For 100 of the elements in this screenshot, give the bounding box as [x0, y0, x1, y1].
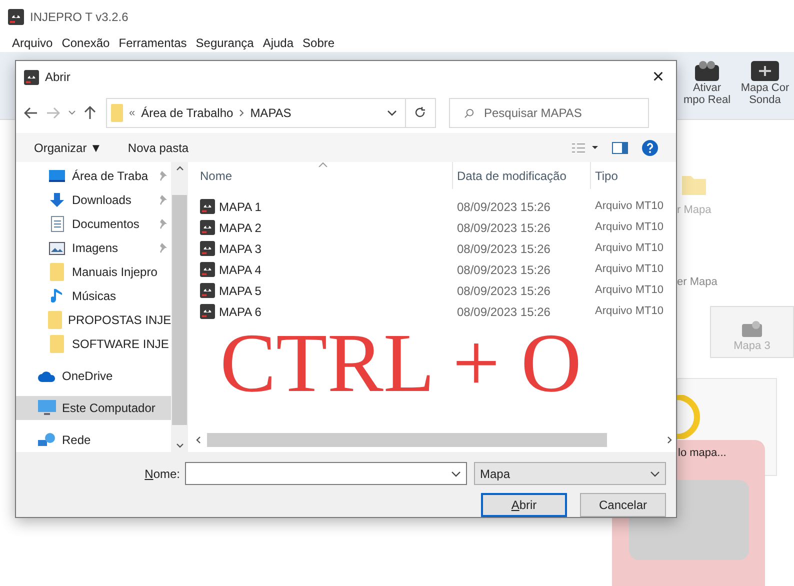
file-type: Arquivo MT10 [594, 199, 664, 214]
file-type: Arquivo MT10 [594, 304, 664, 320]
refresh-icon[interactable] [415, 107, 426, 119]
toolbar-label: Mapa Cor [740, 82, 790, 94]
file-type: Arquivo MT10 [594, 241, 664, 256]
menu-item[interactable]: Segurança [196, 34, 254, 52]
menu-item[interactable]: Ajuda [262, 34, 294, 52]
dialog-title: Abrir [45, 69, 70, 86]
file-type: Arquivo MT10 [594, 220, 664, 236]
file-row[interactable]: MAPA 3 08/09/2023 15:26 Arquivo MT10 [196, 238, 676, 259]
file-type-dropdown[interactable]: Mapa [474, 462, 666, 485]
preview-pane-icon[interactable] [612, 142, 628, 154]
app-logo-icon [200, 262, 215, 277]
column-header[interactable]: Data de modificação [452, 162, 590, 189]
menu-item[interactable]: Conexão [62, 34, 110, 52]
nav-item[interactable]: Downloads [16, 188, 171, 212]
file-name-field[interactable] [185, 462, 467, 485]
nav-item[interactable]: Imagens [16, 236, 171, 260]
nav-label: Manuais Injepro [72, 264, 158, 281]
chevron-down-icon[interactable] [451, 470, 461, 476]
panel-text: er Mapa [677, 274, 718, 290]
nav-item[interactable]: PROPOSTAS INJE [16, 308, 171, 332]
desktop-icon [49, 169, 65, 183]
scrollbar-thumb[interactable] [172, 195, 187, 425]
app-logo-icon [200, 220, 215, 235]
menu-item[interactable]: Sobre [302, 34, 335, 52]
menu-item[interactable]: Arquivo [12, 34, 53, 52]
device-icon [694, 60, 720, 82]
toolbar-button[interactable]: Ativar mpo Real [678, 60, 736, 106]
breadcrumb-item[interactable]: Área de Trabalho [141, 104, 234, 122]
file-name: MAPA 4 [219, 262, 262, 278]
nav-item[interactable]: Músicas [16, 284, 171, 308]
pin-icon [157, 219, 167, 229]
network-icon [38, 432, 56, 448]
breadcrumb-item[interactable]: MAPAS [250, 104, 292, 122]
scroll-right-icon[interactable] [667, 436, 672, 444]
address-bar[interactable]: « Área de Trabalho MAPAS [106, 98, 436, 128]
nav-label: Músicas [72, 288, 116, 305]
file-name: MAPA 6 [219, 304, 262, 320]
search-field[interactable]: Pesquisar MAPAS [449, 98, 649, 128]
scroll-left-icon[interactable] [196, 436, 201, 444]
file-name: MAPA 5 [219, 282, 262, 300]
up-arrow-icon[interactable] [84, 106, 96, 120]
nav-label: Rede [62, 432, 91, 449]
app-title: INJEPRO T v3.2.6 [30, 8, 128, 26]
toolbar-label: Ativar [692, 82, 722, 94]
nav-label: OneDrive [62, 368, 113, 385]
view-options-icon[interactable] [572, 142, 598, 152]
file-date: 08/09/2023 15:26 [456, 220, 552, 236]
column-header[interactable]: Tipo [590, 162, 670, 189]
file-name: MAPA 2 [219, 220, 262, 236]
toolbar-command[interactable]: Organizar ▼ [34, 138, 102, 156]
file-type: Arquivo MT10 [594, 283, 664, 298]
app-logo-icon [200, 283, 215, 298]
toolbar-command[interactable]: Nova pasta [128, 138, 189, 156]
file-date: 08/09/2023 15:26 [456, 282, 552, 300]
nav-item[interactable]: Manuais Injepro [16, 260, 171, 284]
scroll-down-icon[interactable] [176, 443, 184, 448]
nav-item[interactable]: OneDrive [16, 364, 171, 388]
nav-item[interactable]: Área de Traba [16, 164, 171, 188]
file-row[interactable]: MAPA 1 08/09/2023 15:26 Arquivo MT10 [196, 196, 676, 217]
name-label: Nome: [144, 466, 180, 482]
file-row[interactable]: MAPA 2 08/09/2023 15:26 Arquivo MT10 [196, 217, 676, 238]
sort-up-icon [318, 162, 328, 167]
scrollbar-thumb[interactable] [207, 433, 607, 447]
help-icon[interactable] [642, 140, 658, 156]
file-row[interactable]: MAPA 6 08/09/2023 15:26 Arquivo MT10 [196, 301, 676, 322]
file-name: MAPA 3 [219, 240, 262, 258]
keyboard-shortcut-overlay: CTRL + O [220, 322, 582, 406]
back-arrow-icon[interactable] [24, 107, 38, 119]
column-header[interactable]: Nome [196, 162, 452, 189]
probe-device-icon [750, 60, 780, 82]
toolbar-button[interactable]: Mapa Cor Sonda [736, 60, 794, 106]
folder-icon [50, 335, 64, 353]
dialog-button[interactable]: Abrir [481, 493, 567, 517]
download-arrow-icon [49, 192, 65, 208]
nav-label: Área de Traba [72, 168, 148, 185]
nav-item[interactable]: Este Computador [16, 396, 171, 420]
nav-label: Downloads [72, 192, 132, 209]
close-button[interactable]: × [648, 67, 668, 87]
file-row[interactable]: MAPA 4 08/09/2023 15:26 Arquivo MT10 [196, 259, 676, 280]
search-icon [464, 108, 474, 118]
toolbar-label: Sonda [749, 94, 781, 106]
chevron-down-icon[interactable] [387, 110, 397, 116]
folder-icon [50, 263, 64, 281]
nav-item[interactable]: SOFTWARE INJE [16, 332, 171, 356]
search-input[interactable]: Pesquisar MAPAS [484, 104, 634, 122]
app-logo-icon [200, 199, 215, 214]
dialog-button[interactable]: Cancelar [580, 493, 666, 517]
toolbar-label: mpo Real [683, 94, 731, 106]
menu-item[interactable]: Ferramentas [118, 34, 187, 52]
file-row[interactable]: MAPA 5 08/09/2023 15:26 Arquivo MT10 [196, 280, 676, 301]
nav-label: Este Computador [62, 400, 156, 417]
app-logo-icon [24, 70, 39, 84]
nav-item[interactable]: Rede [16, 428, 171, 452]
scroll-up-icon[interactable] [176, 166, 184, 171]
nav-item[interactable]: Documentos [16, 212, 171, 236]
pin-icon [157, 195, 167, 205]
panel-text: r Mapa [677, 203, 712, 218]
app-logo-icon [200, 241, 215, 256]
